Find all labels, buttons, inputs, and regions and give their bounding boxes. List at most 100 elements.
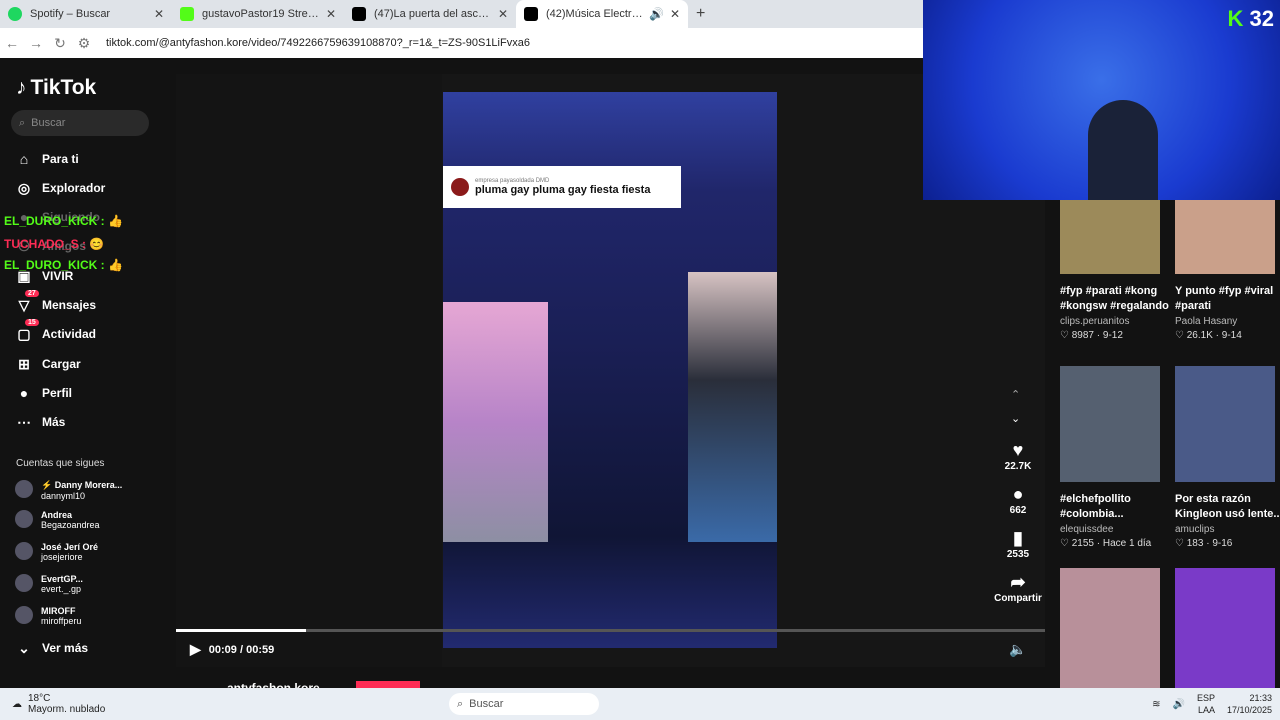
account-handle: evert._.gp bbox=[41, 584, 82, 594]
following-item[interactable]: EvertGP... evert._.gp bbox=[15, 574, 83, 594]
avatar bbox=[15, 606, 33, 624]
share-button[interactable]: ➦ Compartir bbox=[992, 572, 1044, 604]
following-item[interactable]: Andrea Begazoandrea bbox=[15, 510, 100, 530]
nav-perfil[interactable]: ● Perfil bbox=[16, 385, 72, 401]
messages-icon: ▽ 27 bbox=[16, 290, 39, 313]
nav-label: Cargar bbox=[42, 357, 81, 371]
account-name: Andrea bbox=[41, 510, 73, 520]
nav-label: Para ti bbox=[42, 152, 79, 166]
progress-bar[interactable] bbox=[176, 629, 1045, 632]
clock-time: 21:33 bbox=[1249, 693, 1272, 703]
comment-icon: ● bbox=[1012, 484, 1024, 504]
see-more-label: Ver más bbox=[42, 641, 89, 655]
browser-tab-strip: Spotify – Buscar ✕ gustavoPastor19 Stream… bbox=[0, 0, 923, 28]
weather-widget[interactable]: ☁ 18°C Mayorm. nublado bbox=[12, 693, 105, 715]
nav-explorador[interactable]: ◎ Explorador bbox=[16, 180, 105, 196]
video-frame[interactable]: empresa payasoldada DMD pluma gay pluma g… bbox=[443, 92, 777, 648]
lang-secondary: LAA bbox=[1197, 705, 1215, 715]
tab-kick[interactable]: gustavoPastor19 Stream - Watch ✕ bbox=[172, 0, 344, 28]
comment-text: pluma gay pluma gay fiesta fiesta bbox=[475, 184, 651, 196]
video-thumbnail bbox=[1175, 200, 1275, 274]
account-handle: Begazoandrea bbox=[41, 520, 100, 530]
forward-icon[interactable]: → bbox=[24, 35, 48, 51]
nav-label: Actividad bbox=[42, 327, 97, 341]
search-placeholder: Buscar bbox=[31, 117, 66, 129]
video-title: Por esta razón Kingleon usó lente... bbox=[1175, 493, 1280, 520]
compass-icon: ◎ bbox=[17, 179, 31, 196]
video-figure-left bbox=[443, 302, 548, 542]
clock[interactable]: 21:33 17/10/2025 bbox=[1227, 692, 1272, 716]
video-author: elequissdee bbox=[1060, 524, 1114, 535]
tab-spotify[interactable]: Spotify – Buscar ✕ bbox=[0, 0, 172, 28]
following-item[interactable]: ⚡ Danny Morera... dannyml10 bbox=[15, 480, 122, 501]
close-icon[interactable]: ✕ bbox=[670, 7, 680, 21]
video-thumbnail bbox=[1175, 366, 1275, 482]
comment-button[interactable]: ● 662 bbox=[995, 484, 1041, 516]
video-author: amuclips bbox=[1175, 524, 1215, 535]
following-item[interactable]: José Jerí Oré josejeriore bbox=[15, 542, 98, 562]
video-card[interactable]: #elchefpollito #colombia... elequissdee ♡ … bbox=[1060, 366, 1170, 549]
video-card[interactable]: Por esta razón Kingleon usó lente... amuc… bbox=[1175, 366, 1280, 549]
new-tab-button[interactable]: + bbox=[688, 0, 713, 28]
url-field[interactable]: tiktok.com/@antyfashon.kore/video/749226… bbox=[106, 37, 530, 49]
site-info-icon[interactable]: ⚙ bbox=[72, 35, 96, 52]
tiktok-icon: ♪ bbox=[16, 76, 27, 99]
speaker-icon[interactable]: 🔊 bbox=[649, 7, 664, 21]
webcam-overlay: K 32 bbox=[923, 0, 1280, 200]
see-more-button[interactable]: ⌄ Ver más bbox=[16, 640, 88, 656]
notification-badge: 27 bbox=[25, 290, 39, 297]
avatar bbox=[15, 480, 33, 498]
nav-cargar[interactable]: ⊞ Cargar bbox=[16, 356, 81, 372]
save-button[interactable]: ▮ 2535 bbox=[995, 528, 1041, 560]
nav-para-ti[interactable]: ⌂ Para ti bbox=[16, 151, 79, 167]
taskbar-search[interactable]: ⌕ Buscar bbox=[449, 693, 599, 715]
activity-icon: ▢ 15 bbox=[16, 319, 39, 342]
windows-taskbar: ☁ 18°C Mayorm. nublado ⌕ Buscar ≋ 🔊 ESP LAA … bbox=[0, 688, 1280, 720]
search-label: Buscar bbox=[469, 698, 504, 710]
nav-actividad[interactable]: ▢ 15 Actividad bbox=[16, 319, 97, 342]
volume-icon[interactable]: 🔈 bbox=[1009, 641, 1026, 658]
following-section-title: Cuentas que sigues bbox=[16, 458, 105, 469]
player-backdrop bbox=[176, 74, 442, 667]
chevron-up-icon[interactable]: ⌃ bbox=[1011, 388, 1020, 401]
video-stats: ♡ 8987 · 9-12 bbox=[1060, 330, 1123, 341]
sidebar: ♪ TikTok ⌕ Buscar ⌂ Para ti ◎ Explorador ● Si… bbox=[0, 58, 176, 688]
heart-icon: ♥ bbox=[1012, 440, 1024, 460]
tab-tiktok-1[interactable]: (47)La puerta del ascensor se cerr ✕ bbox=[344, 0, 516, 28]
chat-message: EL_DURO_KICK : 👍 bbox=[4, 258, 123, 272]
chat-message: TUCHADO_S : 😊 bbox=[4, 237, 105, 251]
search-input[interactable]: ⌕ Buscar bbox=[11, 110, 149, 136]
logo-text: TikTok bbox=[30, 76, 97, 99]
speaker-icon[interactable]: 🔊 bbox=[1172, 699, 1184, 710]
video-thumbnail bbox=[1060, 366, 1160, 482]
account-handle: miroffperu bbox=[41, 616, 82, 626]
video-card[interactable]: #fyp #parati #kong #kongsw #regalando cli… bbox=[1060, 200, 1170, 341]
progress-fill bbox=[176, 629, 307, 632]
chevron-down-icon[interactable]: ⌄ bbox=[1011, 412, 1020, 425]
nav-mensajes[interactable]: ▽ 27 Mensajes bbox=[16, 290, 97, 313]
close-icon[interactable]: ✕ bbox=[154, 7, 164, 21]
tab-title: (47)La puerta del ascensor se cerr bbox=[374, 8, 492, 20]
close-icon[interactable]: ✕ bbox=[498, 7, 508, 21]
video-card[interactable] bbox=[1175, 568, 1280, 688]
following-item[interactable]: MIROFF miroffperu bbox=[15, 606, 81, 626]
nav-label: Mensajes bbox=[42, 298, 97, 312]
language-indicator[interactable]: ESP LAA bbox=[1197, 692, 1215, 716]
reload-icon[interactable]: ↻ bbox=[48, 35, 72, 52]
tab-title: gustavoPastor19 Stream - Watch bbox=[202, 8, 320, 20]
nav-mas[interactable]: ⋯ Más bbox=[16, 414, 65, 430]
like-button[interactable]: ♥ 22.7K bbox=[995, 440, 1041, 472]
more-icon: ⋯ bbox=[17, 413, 31, 430]
tab-tiktok-active[interactable]: (42)Música Electrónica Cláb 🔊 ✕ bbox=[516, 0, 688, 28]
video-card[interactable]: Y punto #fyp #viral #parati Paola Hasany ♡… bbox=[1175, 200, 1280, 341]
share-icon: ➦ bbox=[1010, 572, 1026, 592]
nav-label: Perfil bbox=[42, 386, 73, 400]
back-icon[interactable]: ← bbox=[0, 35, 24, 51]
close-icon[interactable]: ✕ bbox=[326, 7, 336, 21]
spotify-icon bbox=[8, 7, 22, 21]
video-card[interactable] bbox=[1060, 568, 1170, 688]
play-icon[interactable]: ▶ bbox=[190, 641, 201, 658]
tiktok-logo[interactable]: ♪ TikTok bbox=[16, 76, 96, 100]
wifi-icon[interactable]: ≋ bbox=[1152, 699, 1160, 710]
account-handle: dannyml10 bbox=[41, 491, 86, 501]
